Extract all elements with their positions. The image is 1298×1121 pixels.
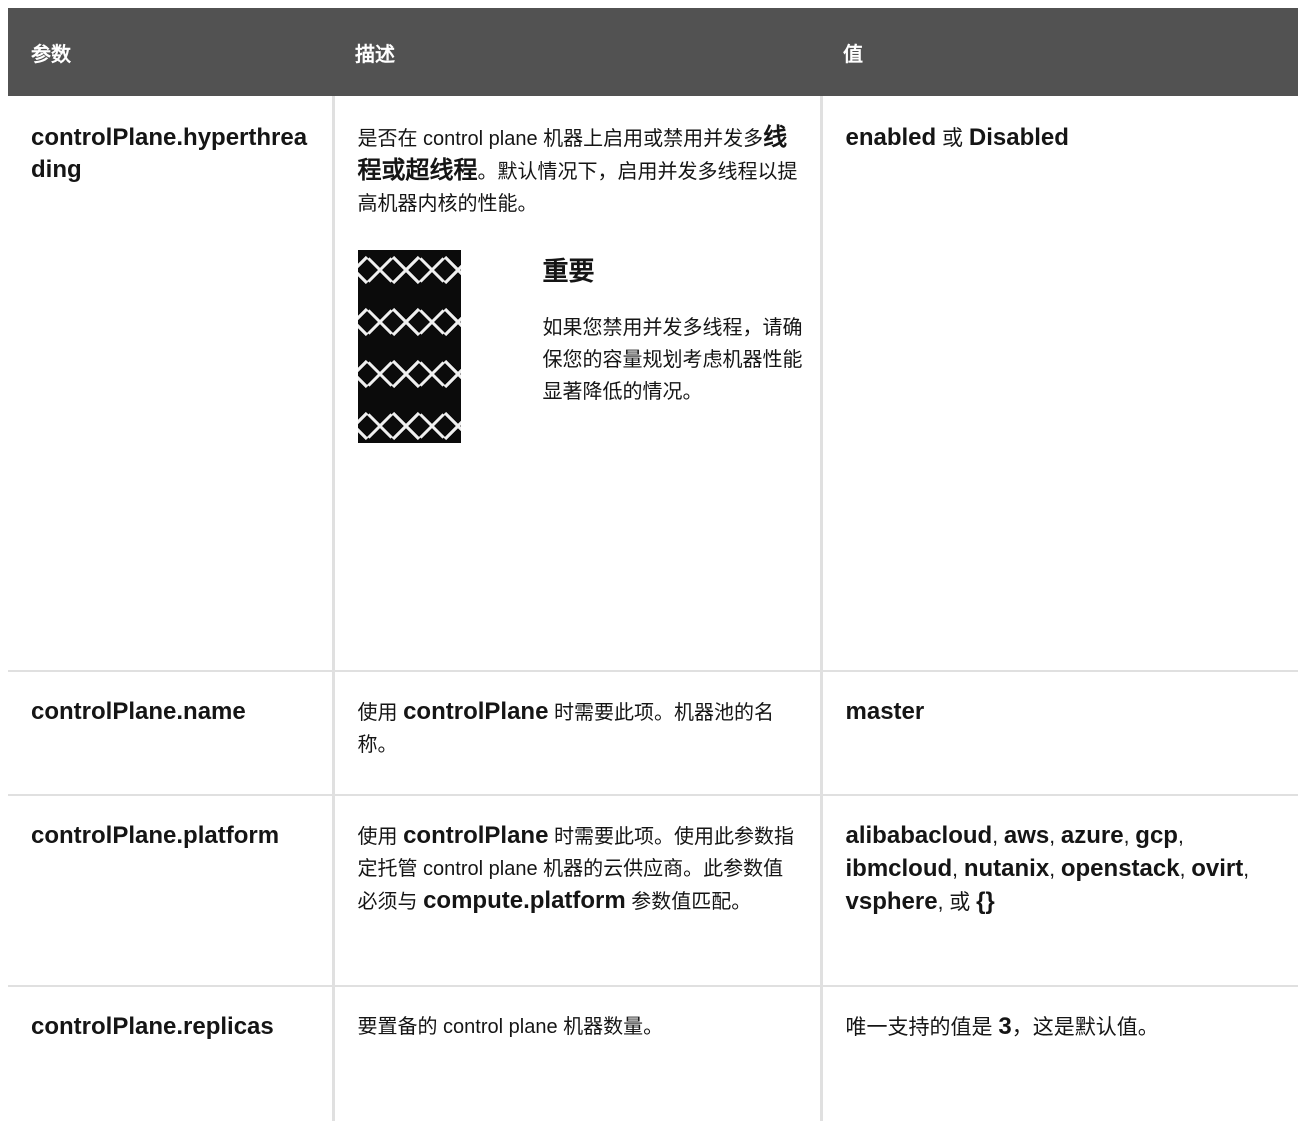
param-name: controlPlane.replicas [8, 986, 335, 1121]
desc-text: 要置备的 control plane 机器数量。 [357, 1016, 664, 1038]
desc-emphasis: controlPlane [403, 698, 549, 725]
value-token: ovirt [1191, 855, 1244, 882]
value-separator: , [992, 825, 1004, 848]
table-row: controlPlane.name 使用 controlPlane 时需要此项。… [8, 671, 1298, 796]
value-separator: , 或 [937, 891, 977, 914]
value-token: enabled [845, 124, 937, 151]
value-token: Disabled [968, 124, 1069, 151]
value-token: openstack [1060, 855, 1180, 882]
value-text: ，这是默认值。 [1011, 1016, 1159, 1039]
param-description: 是否在 control plane 机器上启用或禁用并发多线程或超线程。默认情况… [333, 96, 823, 672]
table-header-row: 参数 描述 值 [8, 8, 1298, 96]
param-value: alibabacloud, aws, azure, gcp, ibmcloud,… [821, 795, 1298, 987]
value-token: {} [976, 888, 995, 915]
desc-emphasis: compute.platform [423, 887, 626, 914]
value-separator: , [1243, 858, 1250, 881]
param-name: controlPlane.name [8, 671, 335, 796]
header-parameter: 参数 [8, 8, 333, 96]
value-separator: , [952, 858, 964, 881]
param-value: enabled 或 Disabled [821, 96, 1298, 672]
table-row: controlPlane.replicas 要置备的 control plane… [8, 986, 1298, 1121]
desc-text: 是否在 control plane 机器上启用或禁用并发多 [357, 128, 764, 150]
value-token: ibmcloud [845, 855, 953, 882]
param-description: 要置备的 control plane 机器数量。 [333, 986, 823, 1121]
desc-text: 使用 [357, 826, 404, 848]
parameters-table: 参数 描述 值 controlPlane.hyperthreading 是否在 … [8, 8, 1298, 1121]
header-value: 值 [821, 8, 1298, 96]
admonition-title: 重要 [542, 256, 595, 286]
value-token: nutanix [963, 855, 1050, 882]
value-separator: , [1049, 825, 1061, 848]
table-row: controlPlane.platform 使用 controlPlane 时需… [8, 795, 1298, 987]
value-separator: , [1123, 825, 1136, 848]
value-token: gcp [1135, 822, 1178, 849]
page: 参数 描述 值 controlPlane.hyperthreading 是否在 … [0, 0, 1298, 1121]
value-token: 3 [998, 1013, 1012, 1040]
param-description: 使用 controlPlane 时需要此项。机器池的名称。 [333, 671, 823, 796]
value-separator: , [1179, 858, 1192, 881]
param-name: controlPlane.hyperthreading [8, 96, 335, 672]
important-admonition: 重要 如果您禁用并发多线程，请确保您的容量规划考虑机器性能显著降低的情况。 [357, 250, 803, 443]
desc-text: 参数值匹配。 [625, 891, 752, 913]
param-value: 唯一支持的值是 3，这是默认值。 [821, 986, 1298, 1121]
param-description: 使用 controlPlane 时需要此项。使用此参数指定托管 control … [333, 795, 823, 987]
value-text: 唯一支持的值是 [845, 1016, 999, 1039]
value-separator: , [1049, 858, 1061, 881]
description-text: 是否在 control plane 机器上启用或禁用并发多线程或超线程。默认情况… [358, 122, 798, 220]
admonition-text: 如果您禁用并发多线程，请确保您的容量规划考虑机器性能显著降低的情况。 [542, 317, 803, 403]
value-token: master [845, 698, 925, 725]
table-row: controlPlane.hyperthreading 是否在 control … [8, 96, 1298, 672]
header-description: 描述 [333, 8, 821, 96]
value-separator: , [1177, 825, 1184, 848]
value-token: aws [1003, 822, 1050, 849]
value-token: azure [1060, 822, 1124, 849]
important-icon [357, 250, 461, 443]
value-token: alibabacloud [845, 822, 993, 849]
admonition-body: 重要 如果您禁用并发多线程，请确保您的容量规划考虑机器性能显著降低的情况。 [543, 250, 805, 443]
value-token: vsphere [845, 888, 938, 915]
value-separator: 或 [936, 127, 969, 150]
desc-text: 使用 [357, 702, 404, 724]
desc-emphasis: controlPlane [403, 822, 549, 849]
param-value: master [821, 671, 1298, 796]
param-name: controlPlane.platform [8, 795, 335, 987]
